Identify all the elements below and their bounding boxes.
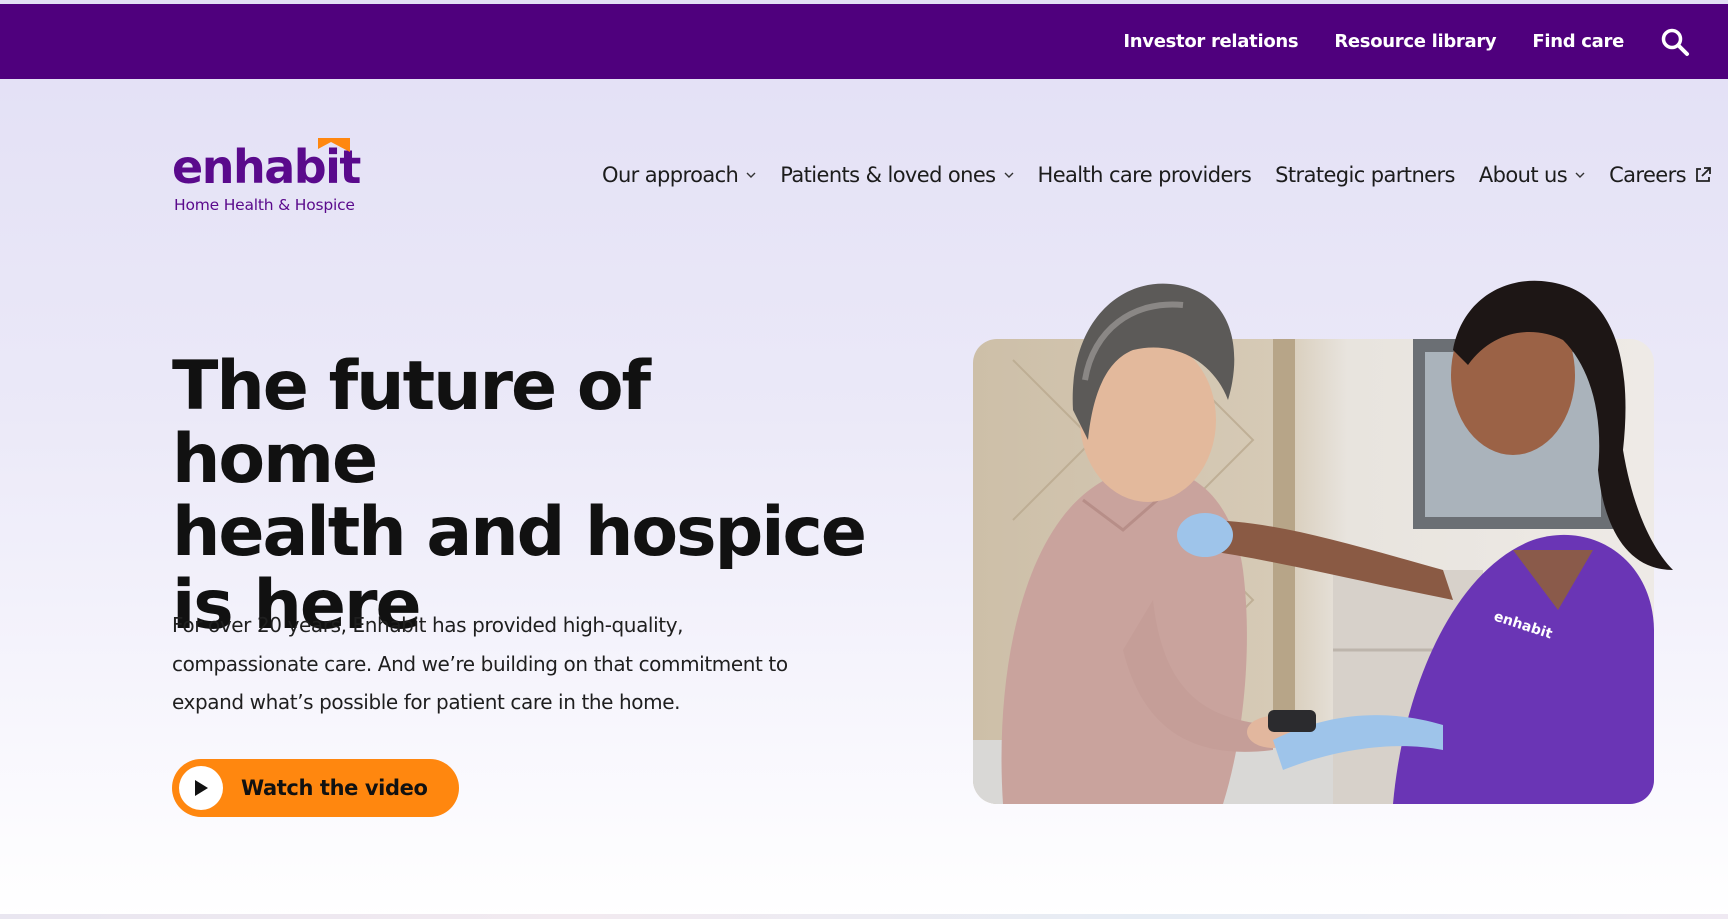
utility-link-find-care[interactable]: Find care bbox=[1532, 31, 1624, 52]
logo-tagline: Home Health & Hospice bbox=[174, 196, 355, 214]
chevron-down-icon bbox=[746, 171, 756, 179]
nav-item-strategic-partners[interactable]: Strategic partners bbox=[1275, 163, 1455, 187]
hero-photo: enhabit bbox=[973, 280, 1673, 804]
watch-video-label: Watch the video bbox=[241, 776, 428, 800]
chevron-down-icon bbox=[1575, 171, 1585, 179]
main-nav: Our approach Patients & loved ones Healt… bbox=[578, 158, 1712, 192]
page: Investor relations Resource library Find… bbox=[0, 0, 1728, 919]
nav-item-label: Health care providers bbox=[1037, 163, 1252, 187]
nav-item-our-approach[interactable]: Our approach bbox=[602, 163, 756, 187]
nav-item-label: Our approach bbox=[602, 163, 739, 187]
hero-title-line: The future of home bbox=[172, 347, 651, 499]
external-link-icon bbox=[1694, 166, 1712, 184]
hero-description-line: compassionate care. And we’re building o… bbox=[172, 651, 788, 676]
chevron-down-icon bbox=[1004, 171, 1014, 179]
watch-video-button[interactable]: Watch the video bbox=[172, 759, 459, 817]
nav-item-label: Careers bbox=[1609, 163, 1687, 187]
nav-item-about-us[interactable]: About us bbox=[1479, 163, 1585, 187]
hero-description-line: For over 20 years, Enhabit has provided … bbox=[172, 613, 684, 637]
search-icon[interactable] bbox=[1658, 25, 1692, 59]
logo-roof-icon bbox=[312, 138, 350, 152]
play-icon bbox=[179, 766, 223, 810]
hero-title-line: health and hospice bbox=[172, 493, 867, 572]
nav-item-careers[interactable]: Careers bbox=[1609, 163, 1712, 187]
nav-item-label: Patients & loved ones bbox=[780, 163, 996, 187]
hero-title: The future of home health and hospice is… bbox=[172, 350, 872, 642]
utility-link-resource-library[interactable]: Resource library bbox=[1334, 31, 1496, 52]
utility-bar: Investor relations Resource library Find… bbox=[0, 4, 1728, 79]
hero-description-line: expand what’s possible for patient care … bbox=[172, 690, 681, 714]
nav-item-patients-loved-ones[interactable]: Patients & loved ones bbox=[780, 163, 1014, 187]
hero-description: For over 20 years, Enhabit has provided … bbox=[172, 606, 852, 722]
utility-link-investor-relations[interactable]: Investor relations bbox=[1123, 31, 1298, 52]
nav-item-health-care-providers[interactable]: Health care providers bbox=[1038, 163, 1252, 187]
nav-item-label: Strategic partners bbox=[1275, 163, 1455, 187]
logo[interactable]: enhabit Home Health & Hospice bbox=[172, 134, 372, 214]
nav-item-label: About us bbox=[1478, 163, 1568, 187]
section-divider bbox=[0, 914, 1728, 919]
